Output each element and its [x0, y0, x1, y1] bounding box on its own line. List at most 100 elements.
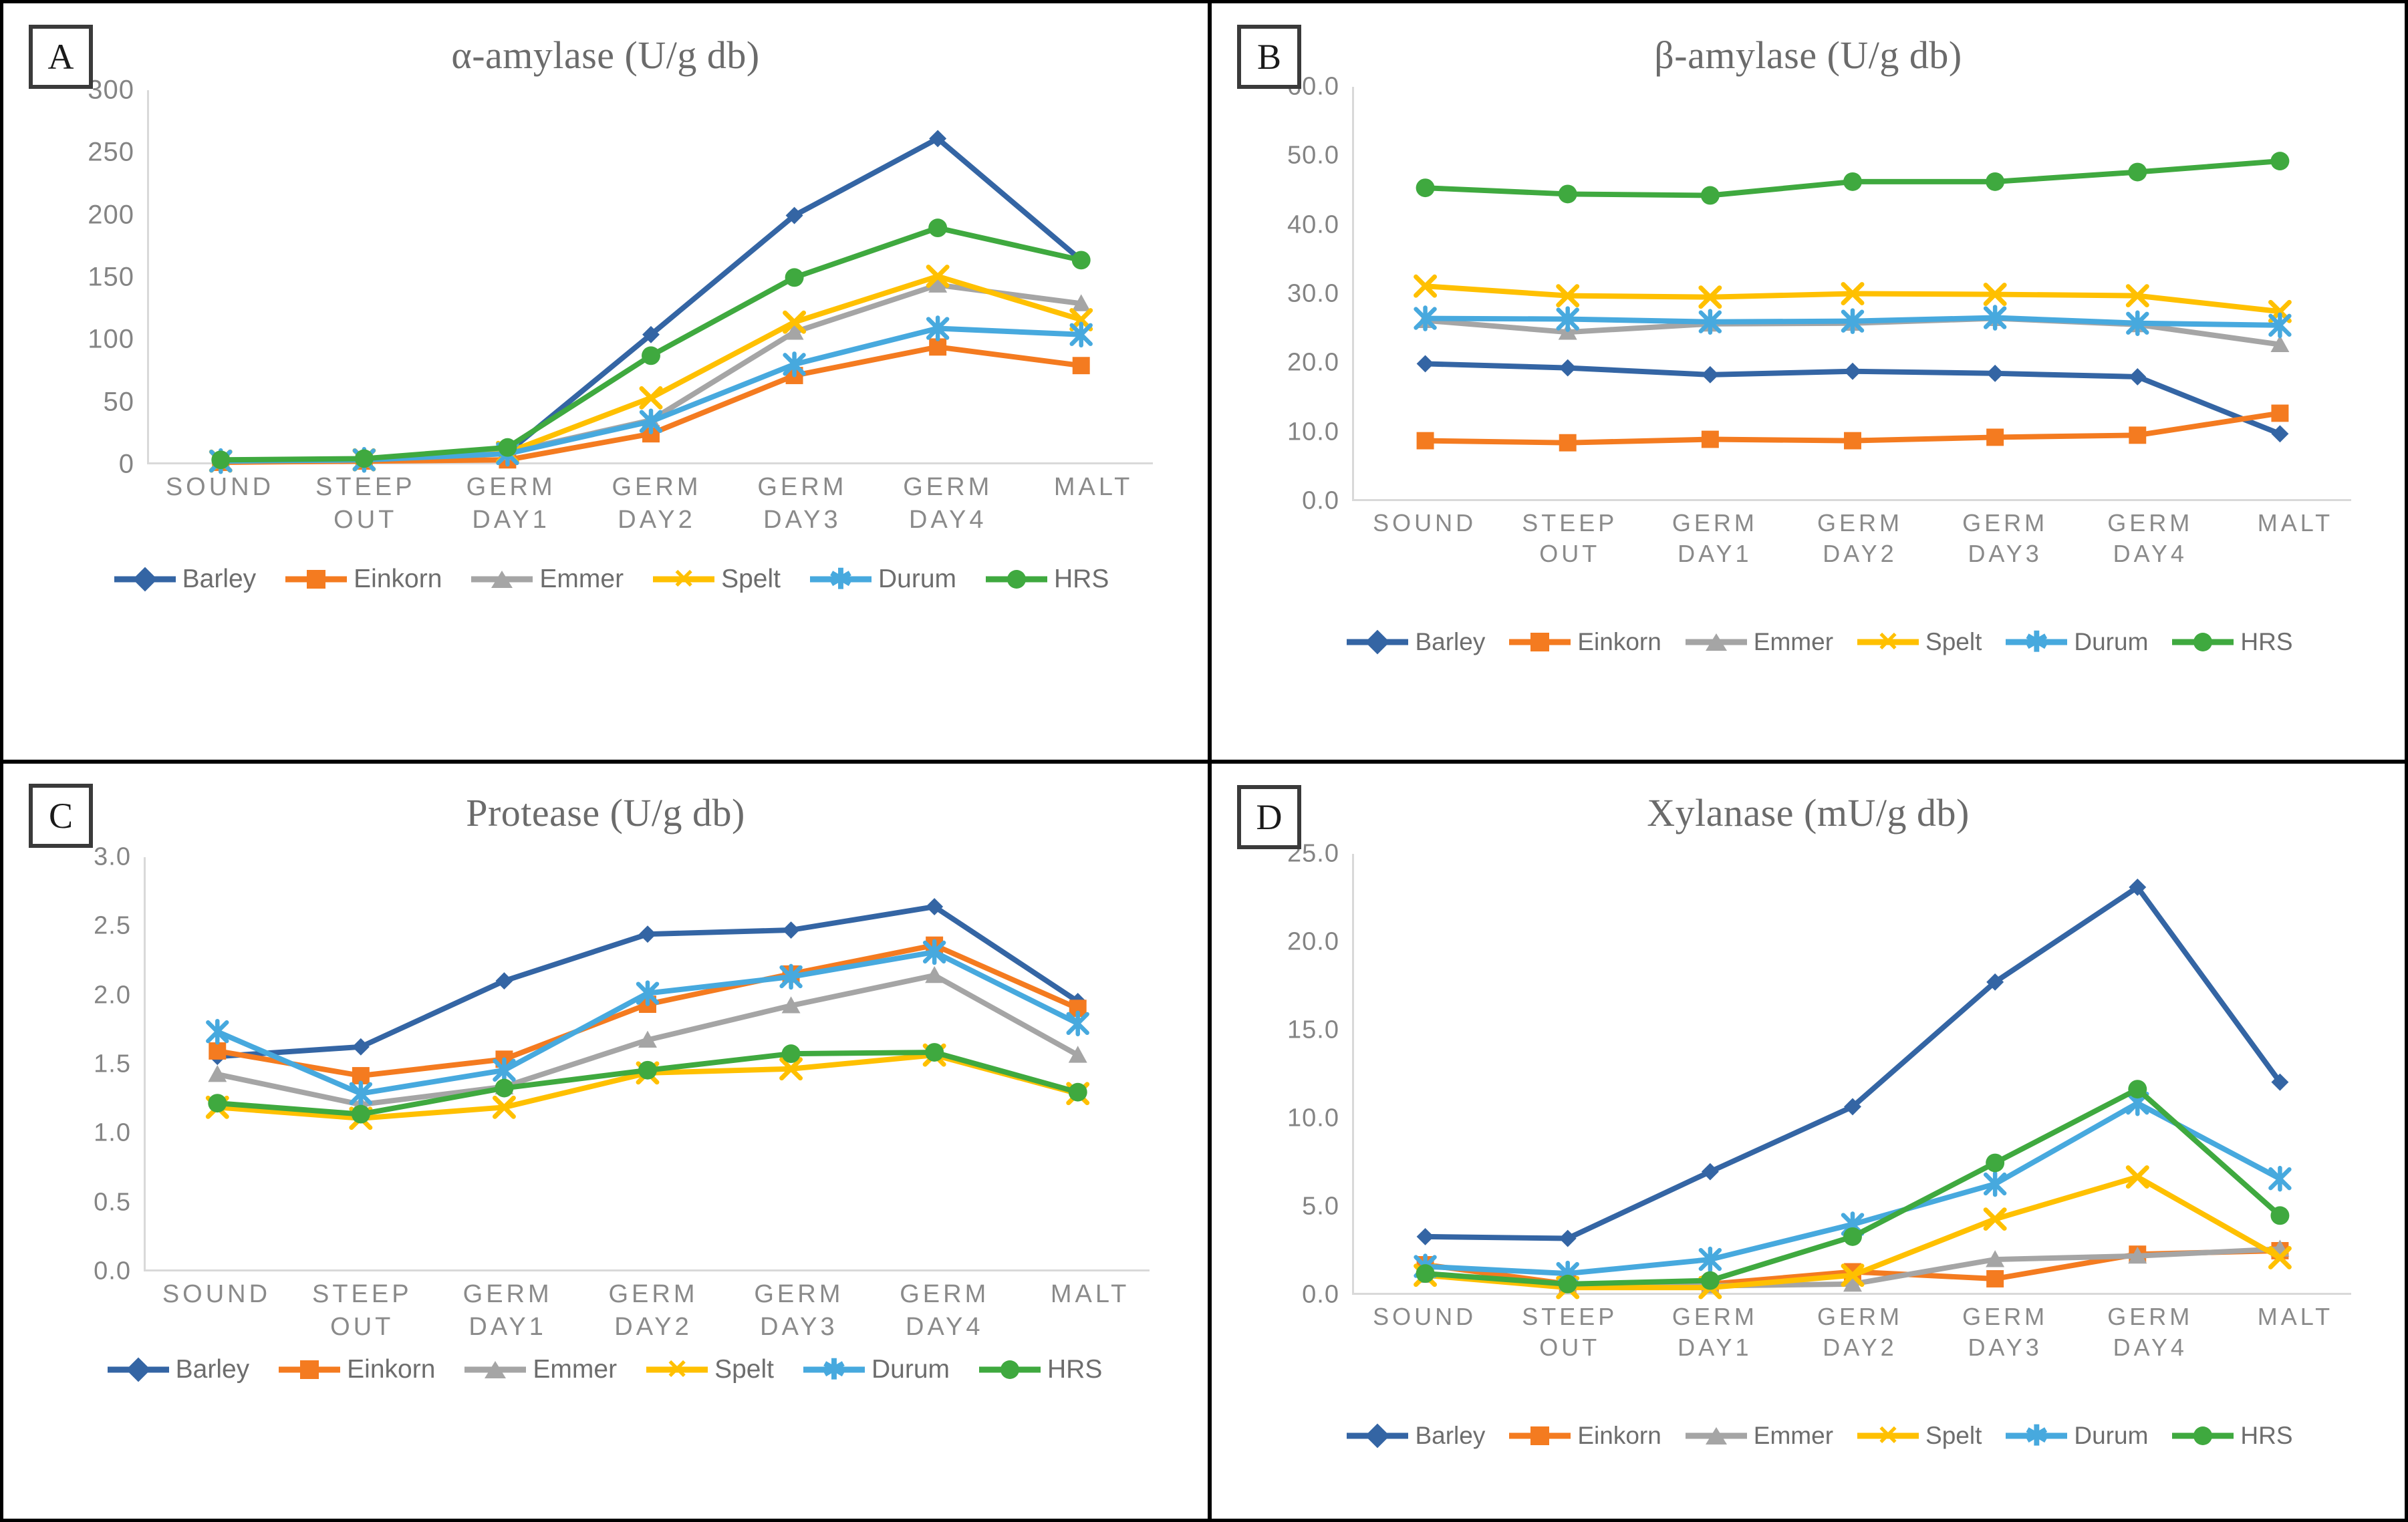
x-tick-label: GERM DAY2: [1817, 509, 1903, 568]
x-tick-label: GERM DAY3: [754, 1280, 844, 1341]
data-point-marker: [1416, 1227, 1434, 1245]
legend-item-emmer[interactable]: Emmer: [1674, 628, 1845, 656]
y-axis-c: 0.0 0.5 1.0 1.5 2.0 2.5 3.0: [40, 843, 140, 1285]
legend-label: Barley: [175, 1355, 250, 1384]
legend-item-durum[interactable]: ✱ Durum: [795, 565, 971, 594]
legend-label: HRS: [1047, 1355, 1103, 1384]
legend-item-spelt[interactable]: ✕ Spelt: [1845, 628, 1994, 656]
data-point-marker: [781, 1044, 801, 1064]
legend-label: Spelt: [714, 1355, 774, 1384]
x-tick-label: MALT: [1050, 1280, 1130, 1308]
legend-swatch-einkorn-icon: [1509, 1424, 1571, 1447]
legend-item-hrs[interactable]: HRS: [971, 565, 1123, 594]
legend-item-barley[interactable]: Barley: [100, 565, 271, 594]
legend-item-durum[interactable]: ✱ Durum: [1994, 1422, 2160, 1450]
legend-swatch-durum-icon: ✱: [803, 1354, 865, 1385]
data-point-marker: [1072, 357, 1090, 375]
legend-item-einkorn[interactable]: Einkorn: [1497, 1422, 1673, 1450]
legend-label: Barley: [1415, 1422, 1486, 1449]
legend-marker-triangle-icon: [491, 571, 513, 588]
legend-item-barley[interactable]: Barley: [1335, 628, 1497, 656]
plot-wrap-b: 0.0 10.0 20.0 30.0 40.0 50.0 60.0: [1248, 73, 2378, 515]
panel-label-d: D: [1237, 785, 1301, 849]
x-tick-label: MALT: [1053, 473, 1133, 501]
data-point-marker: [1416, 1264, 1435, 1283]
x-tick-label: STEEP OUT: [1522, 1303, 1618, 1362]
y-tick-label: 3.0: [94, 843, 131, 871]
legend-item-hrs[interactable]: HRS: [2160, 1422, 2304, 1450]
plot-wrap-a: 0 50 100 150 200 250 300: [43, 75, 1180, 479]
chart-title-a: α-amylase (U/g db): [451, 33, 760, 77]
figure-grid: A α-amylase (U/g db) 0 50 100 150 200 250 300 …: [0, 0, 2408, 1522]
y-axis-a: 0 50 100 150 200 250 300: [43, 75, 144, 479]
y-tick-label: 100: [88, 324, 134, 354]
y-tick-label: 20.0: [1287, 927, 1339, 956]
series-canvas-b: [1414, 152, 2292, 452]
y-tick-label: 10.0: [1287, 1104, 1339, 1132]
data-point-marker: [1558, 1274, 1577, 1293]
data-point-marker: [1701, 1163, 1719, 1181]
data-point-marker: [925, 1043, 944, 1062]
y-tick-label: 0.5: [94, 1188, 131, 1217]
panel-c: C Protease (U/g db) 0.0 0.5 1.0 1.5 2.0 2.5 3.…: [0, 762, 1210, 1522]
data-point-marker: [2128, 1080, 2147, 1099]
legend-item-emmer[interactable]: Emmer: [456, 565, 638, 594]
series-durum: [206, 939, 1089, 1107]
legend-item-barley[interactable]: Barley: [93, 1355, 265, 1384]
panel-label-a: A: [29, 25, 93, 89]
panel-d: D Xylanase (mU/g db) 0.0 5.0 10.0 15.0 20.0 2…: [1210, 762, 2408, 1522]
data-point-marker: [1559, 359, 1577, 377]
data-point-marker: [2129, 368, 2147, 386]
legend-marker-star-icon: ✱: [822, 1354, 846, 1385]
panel-a: A α-amylase (U/g db) 0 50 100 150 200 250 300 …: [0, 0, 1210, 762]
legend-label: Durum: [2074, 628, 2149, 655]
chart-title-b: β-amylase (U/g db): [1654, 33, 1962, 77]
y-tick-label: 15.0: [1287, 1016, 1339, 1044]
legend-item-einkorn[interactable]: Einkorn: [1497, 628, 1673, 656]
legend-label: Spelt: [1925, 628, 1982, 655]
legend-swatch-spelt-icon: ✕: [1857, 1422, 1919, 1449]
data-point-marker: [495, 1078, 514, 1098]
data-point-marker: [1071, 251, 1091, 270]
legend-item-einkorn[interactable]: Einkorn: [264, 1355, 450, 1384]
legend-item-spelt[interactable]: ✕ Spelt: [1845, 1422, 1994, 1450]
x-tick-label: GERM DAY2: [612, 473, 702, 534]
data-point-marker: [1843, 172, 1862, 191]
data-point-marker: [1701, 430, 1719, 448]
legend-a: Barley Einkorn Emmer ✕ Spelt ✱ Durum HRS: [63, 565, 1160, 594]
data-point-marker: [2129, 426, 2147, 444]
legend-marker-diamond-icon: [126, 1357, 151, 1382]
x-tick-label: GERM DAY2: [1817, 1303, 1903, 1362]
legend-swatch-hrs-icon: [986, 568, 1048, 591]
legend-item-hrs[interactable]: HRS: [2160, 628, 2304, 656]
plot-area-d: [1352, 854, 2351, 1300]
legend-item-spelt[interactable]: ✕ Spelt: [632, 1355, 789, 1384]
x-tick-label: STEEP OUT: [315, 473, 416, 534]
legend-item-emmer[interactable]: Emmer: [1674, 1422, 1845, 1450]
y-tick-label: 30.0: [1287, 279, 1339, 308]
legend-item-hrs[interactable]: HRS: [964, 1355, 1117, 1384]
data-point-marker: [1416, 178, 1435, 198]
legend-marker-circle-icon: [2193, 1426, 2213, 1445]
y-tick-label: 50: [103, 387, 134, 417]
legend-item-einkorn[interactable]: Einkorn: [271, 565, 456, 594]
series-barley: [1416, 355, 2289, 443]
x-tick-label: GERM DAY2: [608, 1280, 698, 1341]
y-tick-label: 10.0: [1287, 418, 1339, 446]
legend-marker-diamond-icon: [1365, 629, 1390, 655]
legend-swatch-emmer-icon: [471, 568, 533, 591]
legend-item-barley[interactable]: Barley: [1335, 1422, 1497, 1450]
legend-item-durum[interactable]: ✱ Durum: [789, 1355, 964, 1384]
data-point-marker: [211, 450, 231, 470]
data-point-marker: [352, 1038, 370, 1056]
data-point-marker: [1843, 1227, 1862, 1246]
legend-item-emmer[interactable]: Emmer: [450, 1355, 632, 1384]
legend-label: Durum: [871, 1355, 950, 1384]
legend-label: Barley: [182, 565, 257, 593]
x-tick-label: STEEP OUT: [311, 1280, 412, 1341]
plot-wrap-d: 0.0 5.0 10.0 15.0 20.0 25.0: [1248, 840, 2378, 1309]
legend-item-durum[interactable]: ✱ Durum: [1994, 628, 2160, 656]
data-point-marker: [1986, 364, 2004, 382]
legend-item-spelt[interactable]: ✕ Spelt: [638, 565, 795, 594]
legend-marker-star-icon: ✱: [2024, 1420, 2048, 1451]
